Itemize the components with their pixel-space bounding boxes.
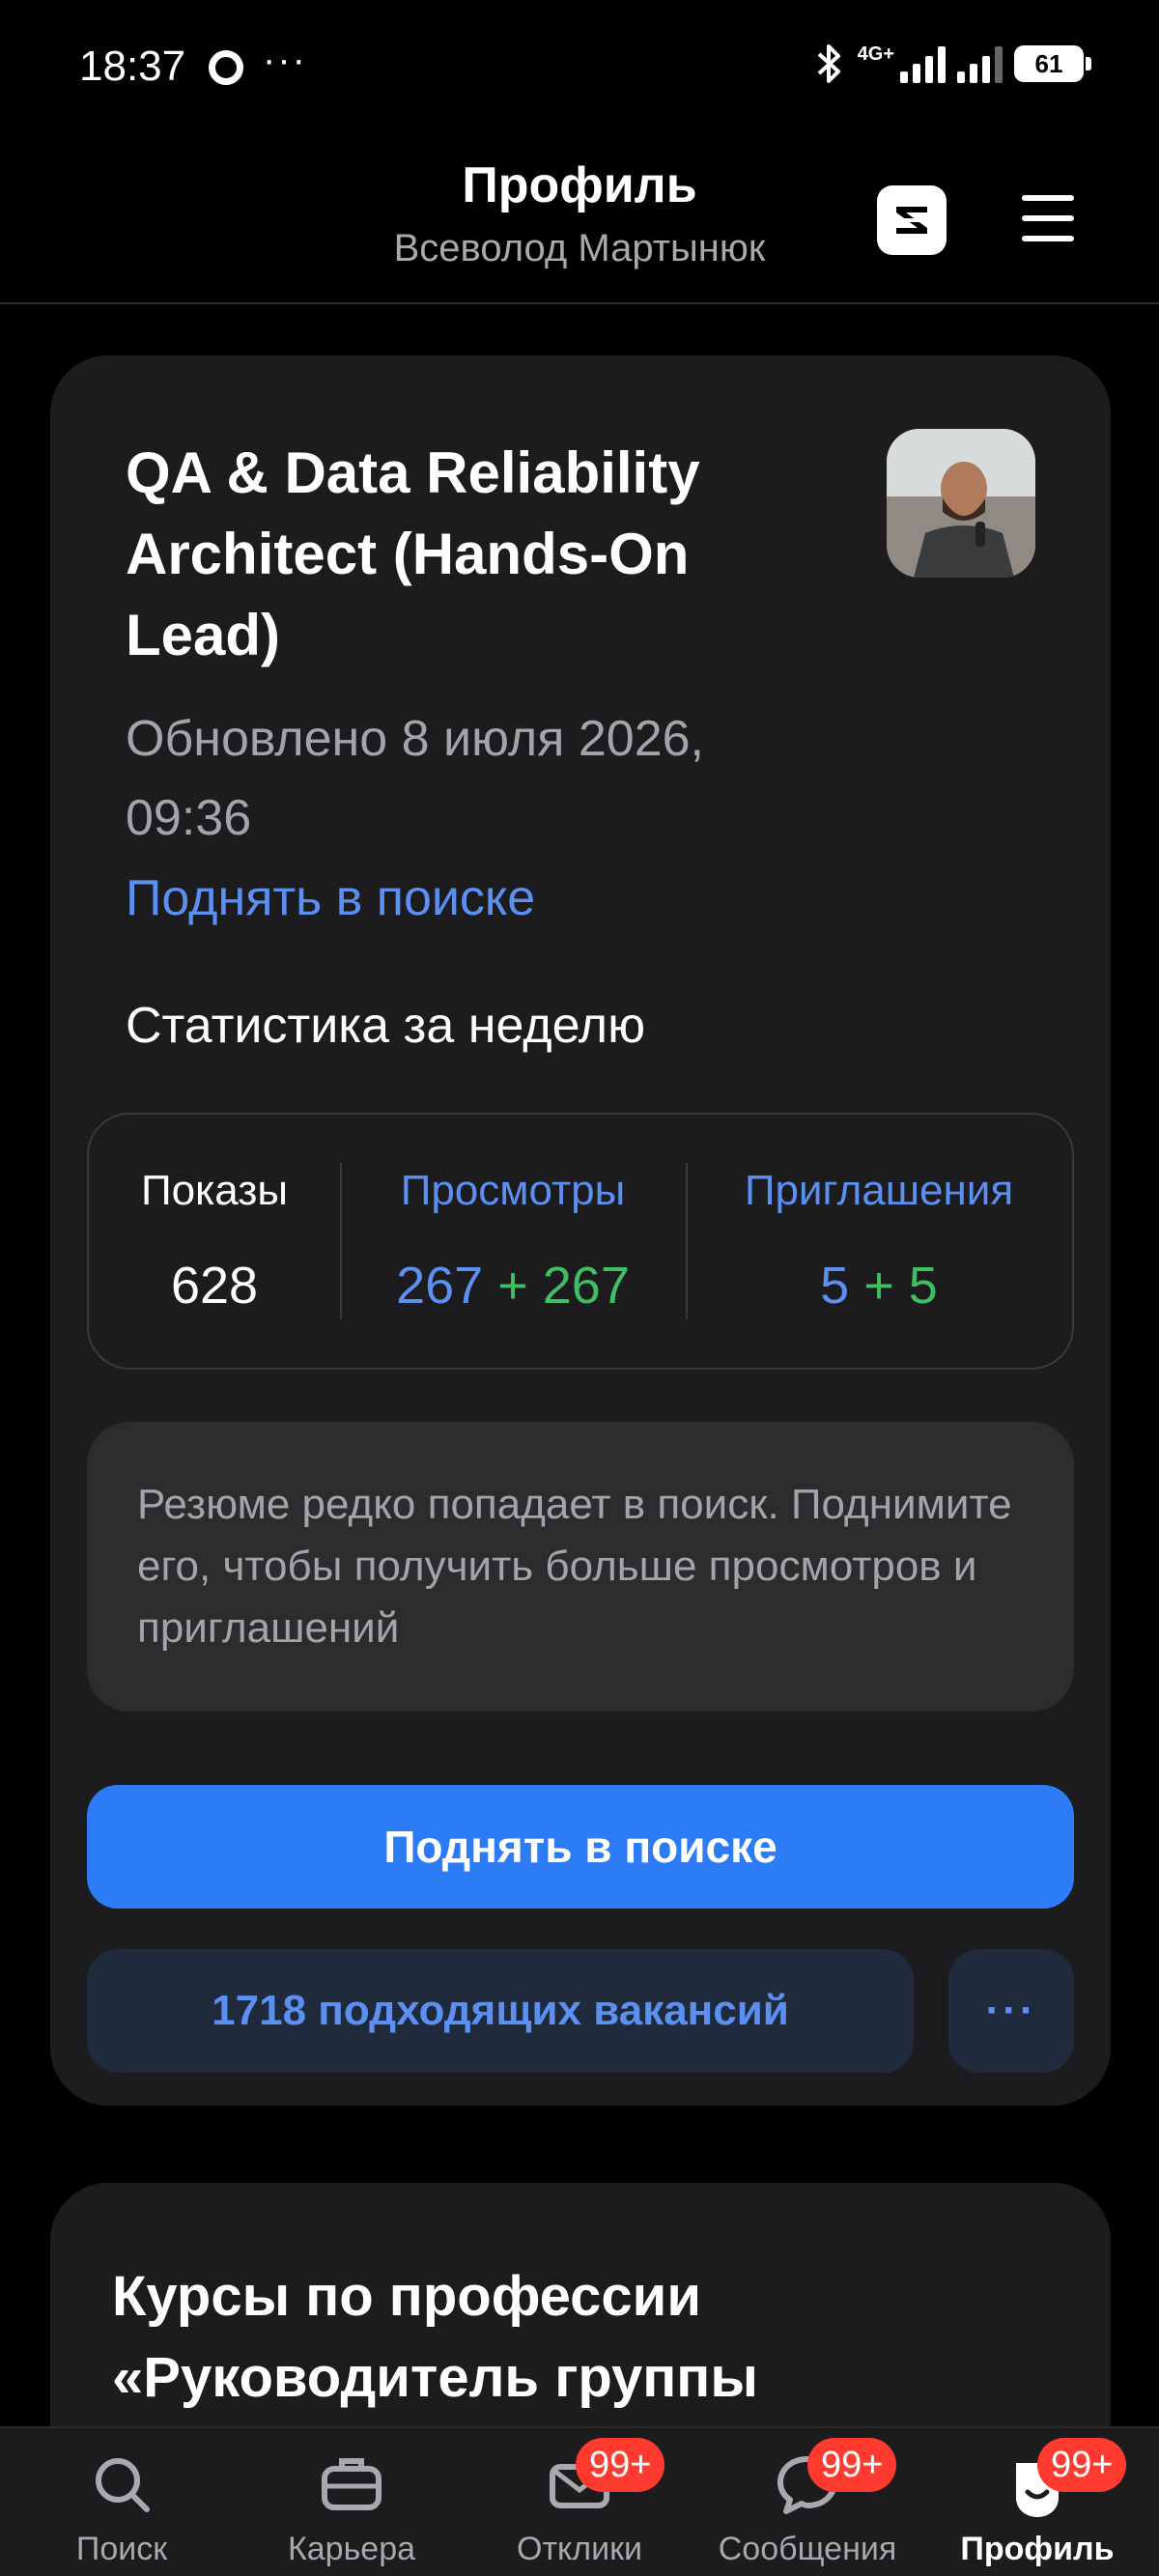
signal-1-icon — [900, 44, 946, 83]
nav-label-search: Поиск — [75, 2531, 168, 2567]
stat-views-base: 267 — [396, 1257, 484, 1315]
search-hint: Резюме редко попадает в поиск. Поднимите… — [87, 1422, 1074, 1712]
service-logo-icon — [896, 207, 927, 234]
updated-date: Обновлено 8 июля 2026, 09:36 — [126, 711, 704, 846]
nav-item-messages[interactable]: 99+ Сообщения — [711, 2428, 904, 2576]
stat-invitations-plus: + 5 — [863, 1257, 938, 1315]
nav-item-responses[interactable]: 99+ Отклики — [483, 2428, 676, 2576]
nav-item-career[interactable]: Карьера — [255, 2428, 448, 2576]
raise-in-search-button[interactable]: Поднять в поиске — [87, 1785, 1074, 1909]
matching-vacancies-button[interactable]: 1718 подходящих вакансий — [87, 1949, 914, 2073]
nav-item-profile[interactable]: 99+ Профиль — [941, 2428, 1134, 2576]
stat-views[interactable]: Просмотры 267 + 267 — [340, 1115, 686, 1368]
notification-ring-icon — [209, 50, 243, 85]
stat-invitations-base: 5 — [820, 1257, 850, 1315]
profile-badge: 99+ — [1037, 2438, 1127, 2492]
stat-views-plus: + 267 — [497, 1257, 630, 1315]
avatar-photo-icon — [887, 429, 1035, 578]
resume-title[interactable]: QA & Data Reliability Architect (Hands-O… — [126, 433, 821, 676]
stat-invitations[interactable]: Приглашения 5 + 5 — [686, 1115, 1072, 1368]
messages-badge: 99+ — [807, 2438, 897, 2492]
menu-icon[interactable] — [1022, 195, 1074, 241]
status-bar: 18:37 ··· 4G+ 61 — [0, 0, 1159, 135]
status-more-icon: ··· — [263, 39, 307, 81]
bluetooth-icon — [817, 44, 840, 83]
nav-label-career: Карьера — [287, 2531, 416, 2567]
resume-card[interactable]: QA & Data Reliability Architect (Hands-O… — [50, 355, 1111, 2106]
network-type: 4G+ — [857, 42, 894, 65]
stat-invitations-label[interactable]: Приглашения — [745, 1167, 1013, 1215]
nav-item-search[interactable]: Поиск — [25, 2428, 218, 2576]
status-icons: 4G+ 61 — [813, 42, 1091, 85]
avatar[interactable] — [887, 429, 1035, 578]
bottom-navigation: Поиск Карьера 99+ Отклики 99+ Сообщения … — [0, 2426, 1159, 2576]
service-logo-button[interactable] — [877, 185, 947, 255]
user-name: Всеволод Мартынюк — [393, 227, 766, 269]
status-time: 18:37 — [79, 42, 186, 90]
stat-invitations-value: 5 + 5 — [820, 1256, 938, 1316]
stat-impressions-value: 628 — [170, 1257, 259, 1315]
signal-2-icon — [957, 44, 1003, 83]
page-title: Профиль — [462, 157, 697, 213]
nav-label-messages: Сообщения — [718, 2531, 897, 2567]
battery-icon: 61 — [1014, 45, 1091, 82]
stat-views-label[interactable]: Просмотры — [401, 1167, 626, 1215]
search-icon — [83, 2449, 160, 2519]
more-options-button[interactable]: ··· — [948, 1949, 1074, 2073]
stat-impressions: Показы 628 — [89, 1115, 340, 1368]
stat-impressions-label: Показы — [140, 1167, 289, 1214]
responses-badge: 99+ — [576, 2438, 665, 2492]
profile-header: Профиль Всеволод Мартынюк — [0, 145, 1159, 304]
stat-views-value: 267 + 267 — [396, 1256, 630, 1316]
courses-title: Курсы по профессии «Руководитель группы — [112, 2265, 758, 2409]
nav-label-responses: Отклики — [517, 2531, 642, 2567]
weekly-stats: Показы 628 Просмотры 267 + 267 Приглашен… — [87, 1113, 1074, 1370]
nav-label-profile: Профиль — [960, 2531, 1115, 2567]
raise-in-search-link[interactable]: Поднять в поиске — [126, 869, 535, 927]
stats-heading: Статистика за неделю — [126, 998, 646, 1054]
briefcase-icon — [313, 2449, 390, 2519]
